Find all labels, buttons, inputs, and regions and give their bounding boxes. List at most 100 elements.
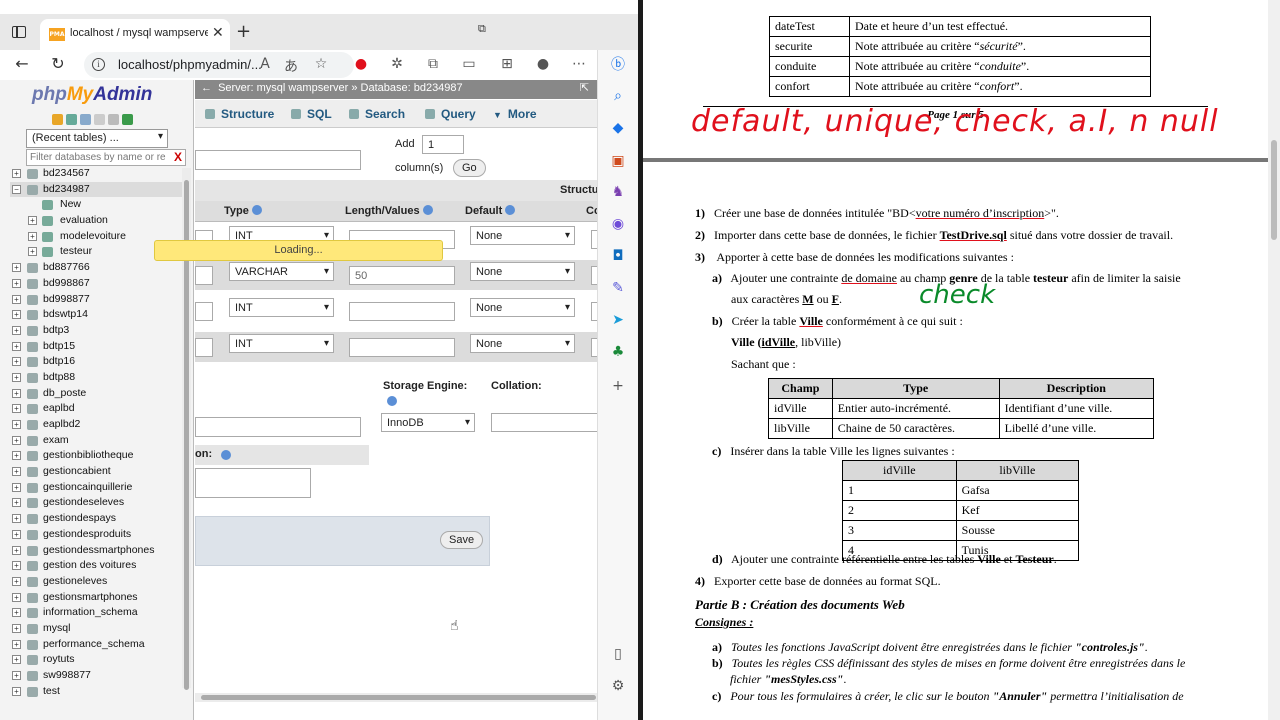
expand-icon[interactable]: + <box>12 404 21 414</box>
expand-icon[interactable]: + <box>12 357 21 367</box>
expand-icon[interactable]: + <box>12 655 21 665</box>
site-info-icon[interactable]: i <box>92 58 105 71</box>
plus-icon[interactable]: + <box>608 376 628 396</box>
profile-icon[interactable]: ● <box>534 56 552 72</box>
expand-icon[interactable]: + <box>12 294 21 304</box>
go-button[interactable]: Go <box>453 159 486 177</box>
type-select[interactable]: INT ▾ <box>229 298 334 317</box>
tree-item[interactable]: + bdswtp14 <box>10 307 182 323</box>
expand-icon[interactable]: + <box>12 341 21 351</box>
help-icon[interactable] <box>80 114 91 125</box>
column-name-input[interactable] <box>195 338 213 357</box>
tree-item[interactable]: + bd887766 <box>10 260 182 276</box>
column-name-input[interactable] <box>195 266 213 285</box>
read-aloud-icon[interactable]: A <box>256 56 274 72</box>
more-icon[interactable]: ⋯ <box>570 56 588 72</box>
storage-engine-select[interactable]: InnoDB ▾ <box>381 413 475 432</box>
back-icon[interactable]: ← <box>12 54 32 73</box>
expand-icon[interactable]: + <box>12 561 21 571</box>
help-icon[interactable] <box>422 205 433 215</box>
expand-icon[interactable]: + <box>12 372 21 382</box>
tree-item[interactable]: + gestionbibliotheque <box>10 448 182 464</box>
settings-icon[interactable]: ⚙ <box>608 676 628 696</box>
expand-icon[interactable]: + <box>12 529 21 539</box>
expand-icon[interactable]: + <box>12 482 21 492</box>
expand-icon[interactable]: + <box>28 216 37 226</box>
help-icon[interactable] <box>505 205 516 215</box>
tree-item[interactable]: + bd234567 <box>10 166 182 182</box>
type-select[interactable]: VARCHAR ▾ <box>229 262 334 281</box>
reload-icon[interactable] <box>122 114 133 125</box>
help-icon[interactable] <box>221 450 231 460</box>
nav-settings-icon[interactable] <box>108 114 119 125</box>
expand-icon[interactable]: + <box>12 169 21 178</box>
expand-icon[interactable]: + <box>12 420 21 429</box>
database-filter-input[interactable]: Filter databases by name or re X <box>26 149 186 166</box>
default-select[interactable]: None ▾ <box>470 334 575 353</box>
expand-icon[interactable]: + <box>12 671 21 680</box>
tab-actions-icon[interactable] <box>12 26 26 38</box>
tree-item[interactable]: + gestioncabient <box>10 464 182 480</box>
search-icon[interactable]: ⌕ <box>608 86 628 106</box>
tree-item[interactable]: + sw998877 <box>10 668 182 684</box>
tab-search[interactable]: Search <box>349 107 405 121</box>
tree-item[interactable]: + information_schema <box>10 605 182 621</box>
horizontal-scrollbar[interactable] <box>195 693 597 702</box>
expand-icon[interactable]: + <box>12 388 21 398</box>
expand-icon[interactable]: + <box>12 263 21 273</box>
tree-item[interactable]: + gestionsmartphones <box>10 590 182 606</box>
puzzle-icon[interactable]: ⧉ <box>424 56 442 72</box>
tree-item[interactable]: + eaplbd <box>10 401 182 417</box>
expand-icon[interactable]: + <box>12 325 21 335</box>
add-columns-input[interactable]: 1 <box>422 135 464 154</box>
tab-query[interactable]: Query <box>425 107 476 121</box>
expand-icon[interactable]: + <box>12 310 21 320</box>
refresh-icon[interactable]: ↻ <box>48 54 68 73</box>
type-select[interactable]: INT ▾ <box>229 334 334 353</box>
tree-item[interactable]: + roytuts <box>10 652 182 668</box>
expand-icon[interactable]: + <box>12 451 21 461</box>
tab-sql[interactable]: SQL <box>291 107 332 121</box>
window-restore-icon[interactable]: ⧉ <box>478 22 486 36</box>
expand-icon[interactable]: + <box>12 435 21 445</box>
opera-icon[interactable]: ● <box>352 56 370 72</box>
collections-icon[interactable]: ⊞ <box>498 56 516 72</box>
tree-item[interactable]: New <box>10 197 182 213</box>
expand-icon[interactable]: + <box>12 623 21 633</box>
favorite-icon[interactable]: ☆ <box>312 56 330 72</box>
tree-item[interactable]: + bd998867 <box>10 276 182 292</box>
expand-icon[interactable]: + <box>12 278 21 288</box>
home-icon[interactable] <box>52 114 63 125</box>
chess-icon[interactable]: ♞ <box>608 182 628 202</box>
save-button[interactable]: Save <box>440 531 484 549</box>
tree-item[interactable]: + exam <box>10 433 182 449</box>
default-select[interactable]: None ▾ <box>470 226 575 245</box>
recent-tables-select[interactable]: (Recent tables) ... ▾ <box>26 129 168 148</box>
collation-input[interactable] <box>591 302 597 321</box>
phpmyadmin-logo[interactable]: phpMyAdmin <box>32 84 152 106</box>
expand-icon[interactable]: + <box>12 514 21 524</box>
tree-item[interactable]: + gestioncainquillerie <box>10 480 182 496</box>
tree-item[interactable]: + gestioneleves <box>10 574 182 590</box>
tree-item[interactable]: + bdtp15 <box>10 339 182 355</box>
expand-icon[interactable]: + <box>12 576 21 586</box>
help-icon[interactable] <box>387 396 397 406</box>
collapse-icon[interactable]: ⇱ <box>580 81 589 94</box>
table-name-input[interactable] <box>195 150 361 170</box>
tree-item[interactable]: + gestion des voitures <box>10 558 182 574</box>
length-input[interactable] <box>349 302 455 321</box>
expand-icon[interactable]: + <box>12 686 21 696</box>
tree-item[interactable]: + test <box>10 684 182 700</box>
help-icon[interactable] <box>251 205 262 215</box>
expand-icon[interactable]: + <box>12 467 21 477</box>
circle-icon[interactable]: ◉ <box>608 214 628 234</box>
tab-more[interactable]: ▼ More <box>493 107 537 121</box>
expand-icon[interactable]: + <box>12 639 21 649</box>
split-screen-icon[interactable]: ▭ <box>460 56 478 72</box>
expand-icon[interactable]: + <box>28 247 37 257</box>
column-name-input[interactable] <box>195 302 213 321</box>
length-input[interactable]: 50 <box>349 266 455 285</box>
breadcrumb-database[interactable]: Database: bd234987 <box>361 82 463 94</box>
docs-icon[interactable] <box>94 114 105 125</box>
collapse-icon[interactable]: − <box>12 184 21 194</box>
